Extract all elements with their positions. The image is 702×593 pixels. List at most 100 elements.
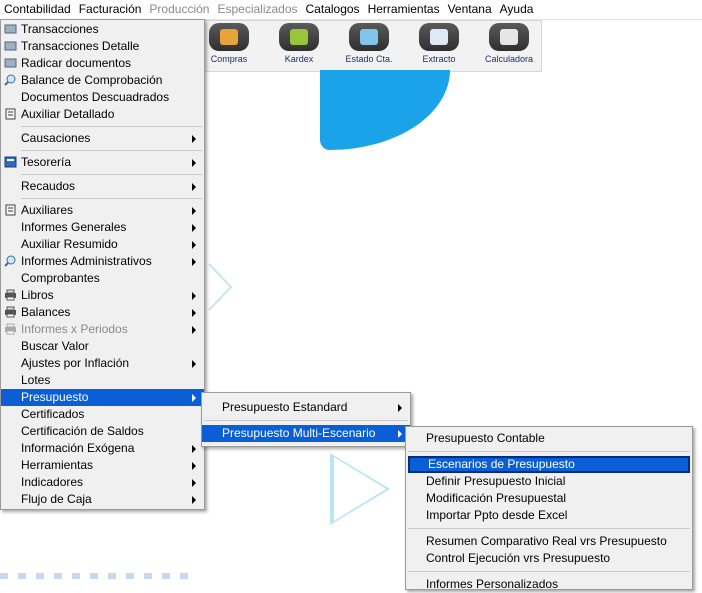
printer-icon [5, 289, 16, 301]
menu-item-transacciones-detalle[interactable]: Transacciones Detalle [1, 38, 204, 55]
menu-item-definir-presupuesto-inicial[interactable]: Definir Presupuesto Inicial [406, 473, 692, 490]
toolbar-label: Kardex [284, 54, 314, 64]
menu-item-informes-x-periodos[interactable]: Informes x Periodos [1, 321, 204, 338]
submenu-arrow-icon [192, 496, 196, 504]
submenu-arrow-icon [192, 326, 196, 334]
menu-especializados[interactable]: Especializados [213, 1, 301, 18]
menu-item-informes-generales[interactable]: Informes Generales [1, 219, 204, 236]
menu-separator [408, 451, 690, 452]
menu-item-documentos-descuadrados[interactable]: Documentos Descuadrados [1, 89, 204, 106]
menu-item-informacion-exogena[interactable]: Información Exógena [1, 440, 204, 457]
menu-item-transacciones[interactable]: Transacciones [1, 21, 204, 38]
menu-item-informes-administrativos[interactable]: Informes Administrativos [1, 253, 204, 270]
toolbar-calculadora-button[interactable]: Calculadora [475, 23, 543, 69]
menu-item-informes-personalizados[interactable]: Informes Personalizados [406, 576, 692, 593]
menu-item-ajustes-inflacion[interactable]: Ajustes por Inflación [1, 355, 204, 372]
menu-herramientas[interactable]: Herramientas [364, 1, 444, 18]
kardex-icon [279, 23, 319, 51]
menu-contabilidad[interactable]: Contabilidad [0, 1, 75, 18]
contabilidad-menu: Transacciones Transacciones Detalle Radi… [0, 19, 205, 510]
menu-item-auxiliar-resumido[interactable]: Auxiliar Resumido [1, 236, 204, 253]
menu-bar: Contabilidad Facturación Producción Espe… [0, 0, 702, 20]
menu-item-libros[interactable]: Libros [1, 287, 204, 304]
toolbar-label: Extracto [422, 54, 456, 64]
menu-item-presupuesto-estandard[interactable]: Presupuesto Estandard [202, 399, 410, 416]
menu-item-presupuesto[interactable]: Presupuesto [1, 389, 204, 406]
menu-item-certificacion-saldos[interactable]: Certificación de Saldos [1, 423, 204, 440]
menu-item-recaudos[interactable]: Recaudos [1, 178, 204, 195]
menu-item-importar-ppto-excel[interactable]: Importar Ppto desde Excel [406, 507, 692, 524]
submenu-arrow-icon [192, 445, 196, 453]
menu-item-auxiliares[interactable]: Auxiliares [1, 202, 204, 219]
submenu-arrow-icon [398, 430, 402, 438]
menu-item-escenarios-presupuesto[interactable]: Escenarios de Presupuesto [408, 456, 690, 473]
menu-separator [408, 571, 690, 572]
toolbar-estado-cta-button[interactable]: Estado Cta. [335, 23, 403, 69]
treasury-icon [4, 156, 17, 168]
menu-facturacion[interactable]: Facturación [75, 1, 146, 18]
magnifier-icon [4, 74, 16, 86]
menu-item-presupuesto-contable[interactable]: Presupuesto Contable [406, 429, 692, 447]
menu-item-buscar-valor[interactable]: Buscar Valor [1, 338, 204, 355]
submenu-arrow-icon [192, 360, 196, 368]
submenu-arrow-icon [192, 309, 196, 317]
ledger-icon [5, 108, 16, 120]
background-dots [0, 573, 188, 579]
menu-item-tesoreria[interactable]: Tesorería [1, 154, 204, 171]
background-arrow-icon [330, 453, 390, 525]
menu-item-lotes[interactable]: Lotes [1, 372, 204, 389]
toolbar-label: Compras [210, 54, 248, 64]
truck-icon [209, 23, 249, 51]
documents-icon [4, 58, 17, 68]
presupuesto-submenu: Presupuesto Estandard Presupuesto Multi-… [201, 392, 411, 447]
menu-item-causaciones[interactable]: Causaciones [1, 130, 204, 147]
menu-item-radicar-documentos[interactable]: Radicar documentos [1, 55, 204, 72]
menu-item-flujo-caja[interactable]: Flujo de Caja [1, 491, 204, 508]
submenu-arrow-icon [192, 159, 196, 167]
menu-separator [408, 528, 690, 529]
menu-item-presupuesto-multi-escenario[interactable]: Presupuesto Multi-Escenario [202, 425, 410, 442]
menu-separator [21, 126, 202, 127]
submenu-arrow-icon [192, 292, 196, 300]
menu-item-control-ejecucion[interactable]: Control Ejecución vrs Presupuesto [406, 550, 692, 567]
menu-produccion[interactable]: Producción [145, 1, 213, 18]
menu-item-resumen-comparativo[interactable]: Resumen Comparativo Real vrs Presupuesto [406, 533, 692, 550]
submenu-arrow-icon [192, 394, 196, 402]
menu-item-herramientas[interactable]: Herramientas [1, 457, 204, 474]
menu-catalogos[interactable]: Catalogos [302, 1, 364, 18]
account-statement-icon [349, 23, 389, 51]
magnifier-icon [4, 255, 16, 267]
toolbar-label: Estado Cta. [345, 54, 393, 64]
printer-icon [5, 323, 16, 335]
toolbar-compras-button[interactable]: Compras [195, 23, 263, 69]
background-chevron-icon [208, 263, 233, 311]
submenu-arrow-icon [192, 224, 196, 232]
background-wave [320, 70, 450, 150]
submenu-arrow-icon [192, 183, 196, 191]
transactions-detail-icon [4, 41, 17, 51]
submenu-arrow-icon [192, 462, 196, 470]
menu-ayuda[interactable]: Ayuda [496, 1, 538, 18]
menu-ventana[interactable]: Ventana [444, 1, 496, 18]
calculator-icon [489, 23, 529, 51]
submenu-arrow-icon [192, 135, 196, 143]
submenu-arrow-icon [398, 404, 402, 412]
menu-item-balances[interactable]: Balances [1, 304, 204, 321]
ledger-icon [5, 204, 16, 216]
toolbar-kardex-button[interactable]: Kardex [265, 23, 333, 69]
menu-item-auxiliar-detallado[interactable]: Auxiliar Detallado [1, 106, 204, 123]
menu-item-comprobantes[interactable]: Comprobantes [1, 270, 204, 287]
toolbar-label: Calculadora [484, 54, 534, 64]
submenu-arrow-icon [192, 479, 196, 487]
toolbar: Compras Kardex Estado Cta. Extracto Calc… [195, 20, 542, 72]
menu-item-modificacion-presupuestal[interactable]: Modificación Presupuestal [406, 490, 692, 507]
menu-separator [21, 198, 202, 199]
printer-icon [5, 306, 16, 318]
submenu-arrow-icon [192, 241, 196, 249]
menu-item-certificados[interactable]: Certificados [1, 406, 204, 423]
toolbar-extracto-button[interactable]: Extracto [405, 23, 473, 69]
menu-separator [21, 174, 202, 175]
multi-escenario-submenu: Presupuesto Contable Escenarios de Presu… [405, 426, 693, 593]
menu-item-balance-comprobacion[interactable]: Balance de Comprobación [1, 72, 204, 89]
menu-item-indicadores[interactable]: Indicadores [1, 474, 204, 491]
